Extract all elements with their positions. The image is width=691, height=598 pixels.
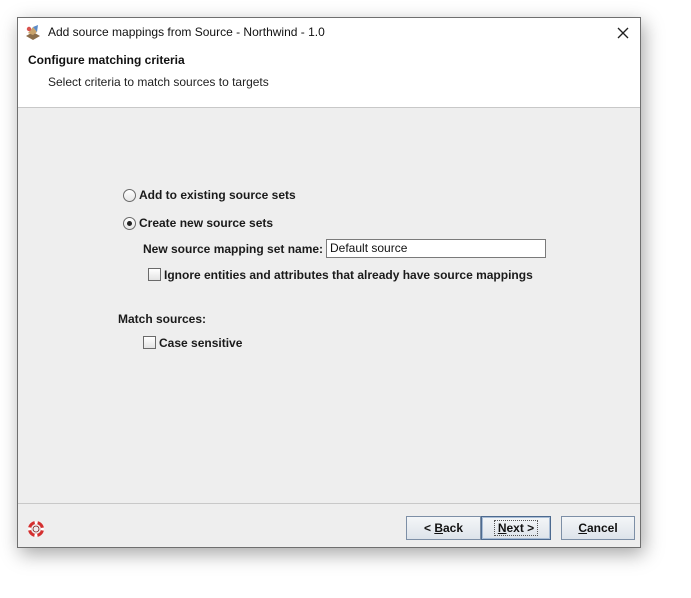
close-button[interactable] <box>606 18 640 48</box>
ignore-mapped-label[interactable]: Ignore entities and attributes that alre… <box>164 268 533 282</box>
case-sensitive-checkbox[interactable] <box>143 336 156 349</box>
case-sensitive-label[interactable]: Case sensitive <box>159 336 242 350</box>
ignore-mapped-checkbox[interactable] <box>148 268 161 281</box>
close-icon <box>617 27 629 39</box>
cancel-button-label: Cancel <box>578 521 618 535</box>
add-existing-label[interactable]: Add to existing source sets <box>139 188 296 202</box>
window-title: Add source mappings from Source - Northw… <box>48 25 325 39</box>
page-subtitle: Select criteria to match sources to targ… <box>48 75 269 89</box>
create-new-radio[interactable] <box>123 217 136 230</box>
dialog-window: Add source mappings from Source - Northw… <box>17 17 641 548</box>
set-name-label: New source mapping set name: <box>143 242 324 256</box>
match-sources-heading: Match sources: <box>118 312 207 326</box>
page-title: Configure matching criteria <box>28 53 185 67</box>
cancel-button[interactable]: Cancel <box>561 516 635 540</box>
add-existing-radio[interactable] <box>123 189 136 202</box>
title-bar: Add source mappings from Source - Northw… <box>18 18 640 48</box>
northwind-app-icon <box>26 25 40 40</box>
create-new-label[interactable]: Create new source sets <box>139 216 273 230</box>
back-button-label: < Back <box>423 521 464 535</box>
wizard-footer: < Back Next > Cancel <box>18 504 640 549</box>
wizard-header: Configure matching criteria Select crite… <box>18 48 640 108</box>
next-button[interactable]: Next > <box>481 516 551 540</box>
wizard-content: Add to existing source sets Create new s… <box>18 108 640 503</box>
set-name-input[interactable] <box>326 239 546 258</box>
lifebuoy-help-icon[interactable] <box>28 521 44 537</box>
next-button-label: Next > <box>493 520 539 536</box>
back-button[interactable]: < Back <box>406 516 481 540</box>
